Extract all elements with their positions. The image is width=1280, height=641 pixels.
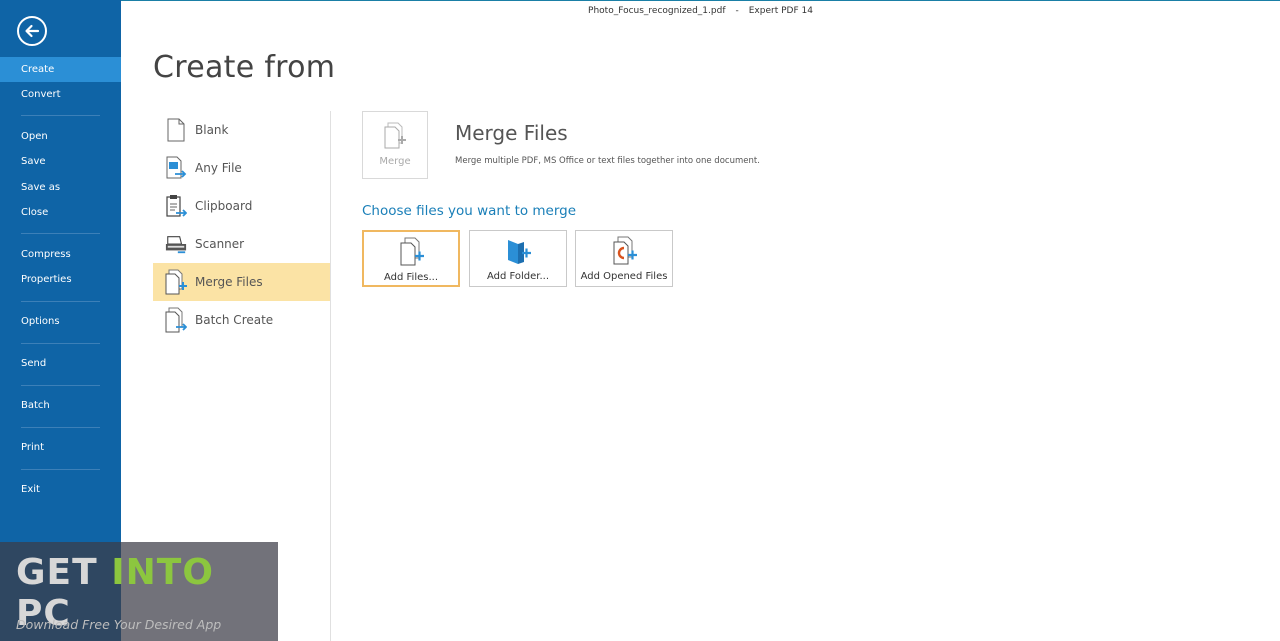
sidebar-divider [21,233,100,234]
sidebar-item-compress[interactable]: Compress [0,242,121,267]
sidebar-divider [21,343,100,344]
add-folder-button[interactable]: Add Folder... [469,230,567,287]
page-title: Create from [153,50,336,85]
create-item-label: Any File [195,161,242,175]
create-item-label: Blank [195,123,229,137]
sidebar-item-options[interactable]: Options [0,309,121,334]
sidebar-item-print[interactable]: Print [0,435,121,460]
watermark-word-highlight: INTO [111,552,214,593]
sidebar-item-send[interactable]: Send [0,351,121,376]
title-bar: Photo_Focus_recognized_1.pdf - Expert PDF … [121,0,1280,24]
add-folder-label: Add Folder... [486,271,550,282]
sidebar-item-batch[interactable]: Batch [0,393,121,418]
sidebar-item-save[interactable]: Save [0,149,121,174]
watermark-tagline: Download Free Your Desired App [16,617,222,632]
merge-description: Merge multiple PDF, MS Office or text fi… [455,156,760,166]
clipboard-icon [165,194,187,218]
sidebar-item-properties[interactable]: Properties [0,267,121,292]
add-opened-files-button[interactable]: Add Opened Files [575,230,673,287]
merge-files-icon [384,122,406,149]
sidebar-divider [21,115,100,116]
merge-heading: Merge Files [455,121,568,145]
batch-create-icon [165,307,187,333]
create-item-batch-create[interactable]: Batch Create [153,301,330,339]
add-files-button[interactable]: Add Files... [362,230,460,287]
sidebar-divider [21,427,100,428]
add-files-icon [400,237,424,266]
create-item-clipboard[interactable]: Clipboard [153,187,330,225]
watermark-word: GET [16,552,112,593]
choose-files-label: Choose files you want to merge [362,203,577,219]
create-item-merge-files[interactable]: Merge Files [153,263,330,301]
create-item-scanner[interactable]: Scanner [153,225,330,263]
window-app-name: Expert PDF 14 [748,6,813,16]
add-opened-files-label: Add Opened Files [580,271,668,282]
create-item-any-file[interactable]: Any File [153,149,330,187]
back-button[interactable] [17,16,47,46]
sidebar-item-exit[interactable]: Exit [0,477,121,502]
sidebar-item-create[interactable]: Create [0,57,121,82]
create-item-label: Merge Files [195,275,263,289]
sidebar-item-save-as[interactable]: Save as [0,175,121,200]
add-folder-icon [508,240,531,264]
panel-divider [330,111,331,641]
blank-page-icon [165,118,187,142]
watermark-overlay: GET INTO PC Download Free Your Desired A… [0,542,278,641]
create-from-list: Blank Any File Clipboard Scanner Merge F… [153,111,330,339]
create-item-blank[interactable]: Blank [153,111,330,149]
window-title: Photo_Focus_recognized_1.pdf - Expert PDF … [121,6,1280,16]
merge-button-label: Merge [379,156,411,167]
sidebar-item-close[interactable]: Close [0,200,121,225]
window-file-name: Photo_Focus_recognized_1.pdf [588,6,726,16]
scanner-icon [165,232,187,256]
add-opened-files-icon [613,236,637,265]
add-files-label: Add Files... [383,272,439,283]
any-file-icon [165,156,187,180]
sidebar-divider [21,469,100,470]
window-title-separator: - [735,6,739,16]
create-item-label: Clipboard [195,199,253,213]
back-arrow-icon [25,24,40,38]
create-item-label: Batch Create [195,313,274,327]
sidebar-item-open[interactable]: Open [0,124,121,149]
merge-files-icon [165,269,187,295]
sidebar-divider [21,385,100,386]
merge-button[interactable]: Merge [362,111,428,179]
app-window: Photo_Focus_recognized_1.pdf - Expert PDF … [0,0,1280,641]
sidebar-item-convert[interactable]: Convert [0,82,121,107]
sidebar-divider [21,301,100,302]
create-item-label: Scanner [195,237,245,251]
